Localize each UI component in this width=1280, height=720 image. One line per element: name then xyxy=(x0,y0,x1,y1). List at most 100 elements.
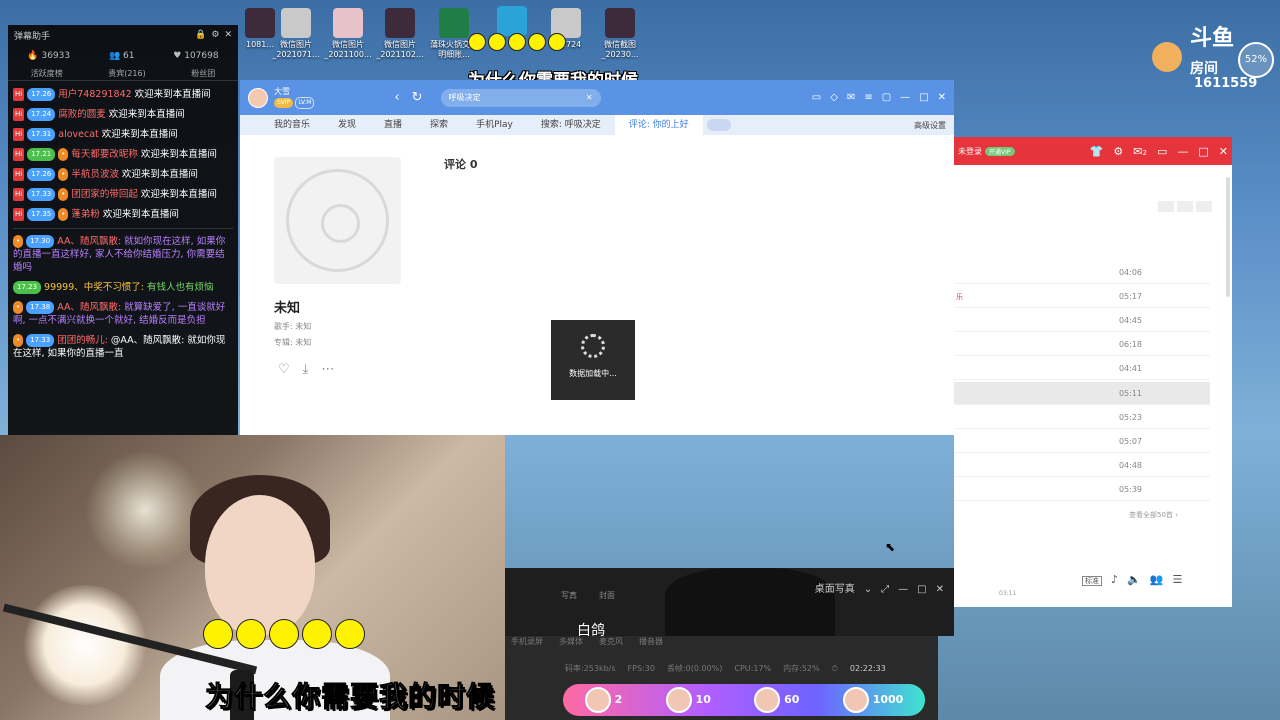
detail-view-icon[interactable] xyxy=(1196,201,1212,212)
danmu-tabs: 活跃度榜 贵宾(216) 粉丝团 xyxy=(8,67,238,81)
tab-mobile-play[interactable]: 手机Play xyxy=(462,115,527,135)
desktop-icon-4[interactable]: 微信图片_2021102... xyxy=(376,8,424,60)
maximize-icon[interactable]: □ xyxy=(919,92,928,103)
pk-slot[interactable]: 60 xyxy=(754,687,799,713)
listen-together-icon[interactable]: 👥 xyxy=(1150,573,1164,586)
close-icon[interactable]: ✕ xyxy=(1219,145,1228,158)
quality-button[interactable]: 标准 xyxy=(1082,576,1102,586)
scrollbar[interactable] xyxy=(1226,177,1230,297)
mail-icon[interactable]: ✉ xyxy=(847,92,855,103)
pk-slot[interactable]: 1000 xyxy=(842,687,903,713)
effect-icon[interactable]: ♪ xyxy=(1111,573,1118,586)
tab-my-music[interactable]: 我的音乐 xyxy=(260,115,324,135)
tab-cover[interactable]: 封面 xyxy=(599,591,615,600)
refresh-button[interactable]: ↻ xyxy=(412,90,423,105)
avatar xyxy=(754,687,781,713)
comment-header: 评论 0 xyxy=(444,158,478,171)
tab-live[interactable]: 直播 xyxy=(370,115,416,135)
tab-explore[interactable]: 探索 xyxy=(416,115,462,135)
badge-count: 2 xyxy=(1142,148,1147,157)
heart-icon: ♥ xyxy=(173,51,185,61)
new-tab-button[interactable] xyxy=(706,119,731,131)
song-row[interactable]: 乐 05:17 xyxy=(954,285,1210,308)
room-id: 1611559 xyxy=(1194,76,1258,91)
desktop-photo-button[interactable]: 桌面写真 xyxy=(815,584,855,595)
mini-icon[interactable]: ▢ xyxy=(882,92,891,103)
pk-slot[interactable]: 10 xyxy=(665,687,711,713)
close-icon[interactable]: ✕ xyxy=(938,92,946,103)
gear-icon[interactable]: ⚙ xyxy=(1113,145,1123,158)
menu-icon[interactable]: ≡ xyxy=(864,92,872,103)
lock-icon[interactable]: 🔒 xyxy=(195,30,206,40)
like-icon[interactable]: ♡ xyxy=(278,362,290,377)
minimize-icon[interactable]: — xyxy=(898,584,908,595)
fire-icon: 🔥 xyxy=(27,51,42,61)
image-icon xyxy=(385,8,415,38)
mini-icon[interactable]: ▭ xyxy=(1157,145,1167,158)
loading-toast: 数据加载中... xyxy=(551,320,635,400)
clear-icon[interactable]: ✕ xyxy=(586,93,593,102)
danmu-assistant-panel: 弹幕助手 🔒 ⚙ ✕ 🔥 36933 👥 61 ♥ 107698 活跃度榜 贵宾(2… xyxy=(8,25,238,435)
tab-search[interactable]: 搜索: 呼吸决定 xyxy=(527,115,615,135)
minimize-icon[interactable]: — xyxy=(900,92,910,103)
song-row[interactable]: 05:07 xyxy=(954,430,1210,453)
song-row[interactable]: 05:23 xyxy=(954,406,1210,429)
tab-photo[interactable]: 写真 xyxy=(561,591,577,600)
download-icon[interactable]: ⤓ xyxy=(303,362,309,377)
song-row[interactable]: 05:39 xyxy=(954,478,1210,501)
song-row[interactable]: 04:41 xyxy=(954,357,1210,380)
pk-slot[interactable]: 2 xyxy=(584,687,622,713)
back-button[interactable]: ‹ xyxy=(394,90,399,105)
maximize-icon[interactable]: □ xyxy=(1198,145,1208,158)
desktop-icon-8[interactable]: 微信截图_20230... xyxy=(596,8,644,60)
chevron-down-icon[interactable]: ⌄ xyxy=(864,584,872,595)
volume-icon[interactable]: 🔈 xyxy=(1127,573,1141,586)
song-row[interactable]: 04:06 xyxy=(954,261,1210,284)
search-input[interactable]: 呼吸决定 ✕ xyxy=(440,88,601,107)
disc-icon xyxy=(286,169,389,272)
tab-vip[interactable]: 贵宾(216) xyxy=(108,68,146,79)
music-player-window: 大雪 SVIP LV.M ‹ ↻ 呼吸决定 ✕ ▭ ◇ ✉ ≡ ▢ — □ ✕ 我的音乐 发现 直播… xyxy=(240,80,954,435)
player-controls: 标准 ♪ 🔈 👥 ☰ xyxy=(1082,573,1191,586)
song-row[interactable]: 06:18 xyxy=(954,333,1210,356)
desktop-photo-window: 写真 封面 白鸽 桌面写真 ⌄ ⤢ — □ ✕ xyxy=(505,568,954,636)
song-row[interactable]: 05:11 xyxy=(954,382,1210,405)
song-row[interactable]: 04:48 xyxy=(954,454,1210,477)
tab-discover[interactable]: 发现 xyxy=(324,115,370,135)
mail-icon[interactable]: ✉ xyxy=(1133,145,1142,158)
maximize-icon[interactable]: □ xyxy=(917,584,926,595)
song-row[interactable]: 04:45 xyxy=(954,309,1210,332)
avatar[interactable] xyxy=(248,87,268,108)
vip-button[interactable]: 开通VIP xyxy=(985,146,1015,156)
expand-icon[interactable]: ⤢ xyxy=(881,584,889,595)
grid-view-icon[interactable] xyxy=(1158,201,1174,212)
danmu-list: Hi 17.26 用户748291842 欢迎来到本直播间 Hi 17.24 腐败的圆麦欢… xyxy=(8,81,238,370)
close-icon[interactable]: ✕ xyxy=(224,30,232,40)
skin-icon[interactable]: ◇ xyxy=(830,92,838,103)
tab-comments[interactable]: 评论: 你的上好 xyxy=(614,115,703,135)
login-link[interactable]: 未登录 xyxy=(958,146,982,157)
album-name: 专辑: 未知 xyxy=(274,338,312,347)
photo-title: 白鸽 xyxy=(577,623,605,636)
minimize-icon[interactable]: — xyxy=(1177,145,1188,158)
desktop-icon-2[interactable]: 微信图片_2021071... xyxy=(272,8,320,60)
excel-icon xyxy=(439,8,469,38)
more-icon[interactable]: ⋯ xyxy=(321,362,334,377)
advanced-settings[interactable]: 高级设置 xyxy=(914,120,954,131)
tab-fans[interactable]: 粉丝团 xyxy=(191,68,215,79)
fans-count: 61 xyxy=(123,51,135,61)
see-all-link[interactable]: 查看全部50首 › xyxy=(1129,510,1178,520)
singer: 歌手: 未知 xyxy=(274,322,312,331)
tv-icon[interactable]: ▭ xyxy=(812,92,821,103)
gear-icon[interactable]: ⚙ xyxy=(211,30,219,40)
censor-dots xyxy=(203,619,368,649)
source-row: 手机录屏 多媒体 麦克风 播音器 xyxy=(511,637,663,646)
shirt-icon[interactable]: 👕 xyxy=(1090,145,1104,158)
close-icon[interactable]: ✕ xyxy=(936,584,944,595)
list-view-icon[interactable] xyxy=(1177,201,1193,212)
tab-activity[interactable]: 活跃度榜 xyxy=(31,68,63,79)
desktop-icon-3[interactable]: 微信图片_2021100... xyxy=(324,8,372,60)
playlist-icon[interactable]: ☰ xyxy=(1172,573,1182,586)
room-label: 房间 xyxy=(1190,61,1218,77)
user-info[interactable]: 大雪 SVIP LV.M xyxy=(274,87,315,109)
